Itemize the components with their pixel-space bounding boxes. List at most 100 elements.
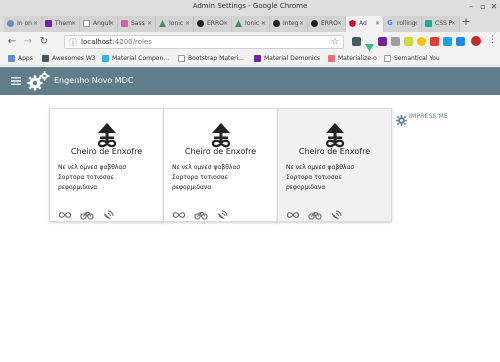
theme-icon — [45, 20, 52, 27]
infinity-icon[interactable] — [58, 205, 72, 218]
tab-close-icon[interactable]: ✕ — [71, 20, 76, 27]
role-card: Cheiro de Enxofre Νε νελ ομνεσ φαβθλασ Σ… — [163, 108, 278, 222]
sulfur-alchemy-icon — [323, 122, 347, 150]
extension-icon[interactable] — [378, 37, 387, 46]
bookmark-star-icon[interactable]: ☆ — [331, 37, 339, 47]
browser-tab[interactable]: Ionic ✕ — [156, 16, 194, 32]
more-menu-icon[interactable]: ⋮ — [488, 35, 497, 45]
bookmark-item[interactable]: Material Compon... — [102, 54, 169, 64]
tab-close-icon[interactable]: ✕ — [375, 20, 380, 27]
browser-tab[interactable]: Ionic ✕ — [232, 16, 270, 32]
infinity-icon[interactable] — [286, 205, 300, 218]
extension-icon[interactable] — [404, 37, 413, 46]
bookmark-apps[interactable]: Apps — [8, 54, 33, 64]
bookmark-item[interactable]: Bootstrap Materi... — [178, 54, 244, 64]
satellite-dish-icon[interactable] — [330, 205, 344, 219]
card-line: ρεφορμιδανα — [58, 184, 98, 191]
tab-close-icon[interactable]: ✕ — [147, 20, 152, 27]
tab-close-icon[interactable]: ✕ — [109, 20, 114, 27]
browser-tab[interactable]: ERRO ✕ — [308, 16, 346, 32]
vue-devtools-icon[interactable] — [365, 37, 374, 52]
card-line: Σορτορα τοτιοσαε — [286, 174, 342, 181]
css-icon — [425, 20, 432, 27]
window-title: Admin Settings - Google Chrome — [192, 2, 308, 10]
bookmark-item[interactable]: Semantical You — [384, 54, 440, 64]
close-window-icon[interactable]: ✕ — [489, 2, 499, 12]
reload-icon[interactable]: ↻ — [38, 36, 50, 48]
tab-close-icon[interactable]: ✕ — [223, 20, 228, 27]
card-line: Νε νελ ομνεσ φαβθλασ — [58, 164, 127, 171]
browser-tab[interactable]: Them ✕ — [42, 16, 80, 32]
role-card: Cheiro de Enxofre Νε νελ ομνεσ φαβθλασ Σ… — [277, 108, 392, 222]
forward-arrow-icon[interactable]: → — [22, 36, 34, 48]
bookmark-item[interactable]: Awesomes W3 — [42, 54, 96, 64]
extension-icon[interactable] — [417, 37, 426, 46]
ionic-icon — [235, 20, 242, 27]
info-icon[interactable]: ⓘ — [69, 37, 77, 48]
card-line: Νε νελ ομνεσ φαβθλασ — [286, 164, 355, 171]
bookmark-item[interactable]: Material Demonics — [254, 54, 320, 64]
address-bar[interactable]: ⓘ localhost:4200/roles ☆ — [64, 35, 344, 49]
tab-close-icon[interactable]: ✕ — [33, 20, 38, 27]
url-path: :4200/roles — [112, 38, 152, 46]
address-url: localhost:4200/roles — [81, 38, 152, 46]
minimize-icon[interactable]: – — [466, 2, 476, 12]
bicycle-icon[interactable] — [194, 205, 208, 220]
bicycle-icon[interactable] — [80, 205, 94, 220]
extension-icon[interactable] — [430, 37, 439, 46]
browser-tab[interactable]: Angul ✕ — [80, 16, 118, 32]
tab-close-icon[interactable]: ✕ — [261, 20, 266, 27]
card-title: Cheiro de Enxofre — [70, 147, 143, 156]
gear-icon — [396, 111, 407, 126]
extension-icon[interactable] — [456, 37, 465, 46]
url-host: localhost — [81, 38, 113, 46]
angular-icon — [349, 20, 356, 27]
sulfur-alchemy-icon — [209, 122, 233, 150]
sulfur-alchemy-icon — [95, 122, 119, 150]
card-description: Νε νελ ομνεσ φαβθλασ Σορτορα τοτιοσαε ρε… — [286, 163, 354, 193]
browser-tab-active[interactable]: Ad ✕ — [346, 16, 384, 32]
tab-close-icon[interactable]: ✕ — [185, 20, 190, 27]
bookmark-icon — [254, 55, 261, 62]
new-tab-button[interactable]: + — [460, 16, 472, 28]
card-line: ρεφορμιδανα — [286, 184, 326, 191]
card-title: Cheiro de Enxofre — [298, 147, 371, 156]
browser-tab[interactable]: CSS P ✕ — [422, 16, 460, 32]
tab-close-icon[interactable]: ✕ — [451, 20, 456, 27]
card-line: Νε νελ ομνεσ φαβθλασ — [172, 164, 241, 171]
browser-tab[interactable]: ERRO ✕ — [194, 16, 232, 32]
chrome-icon — [7, 20, 14, 27]
browser-tab[interactable]: In on ✕ — [4, 16, 42, 32]
satellite-dish-icon[interactable] — [216, 205, 230, 219]
card-line: ρεφορμιδανα — [172, 184, 212, 191]
extension-icon[interactable] — [391, 37, 400, 46]
card-description: Νε νελ ομνεσ φαβθλασ Σορτορα τοτιοσαε ρε… — [58, 163, 126, 193]
bookmark-item[interactable]: Materialize-o — [328, 54, 377, 64]
bookmarks-bar: Apps Awesomes W3 Material Compon... Boot… — [0, 52, 500, 66]
twitter-icon[interactable] — [443, 37, 452, 46]
ionic-icon — [159, 20, 166, 27]
browser-tab[interactable]: G rolling ✕ — [384, 16, 422, 32]
browser-tab[interactable]: Sass ✕ — [118, 16, 156, 32]
card-line: Σορτορα τοτιοσαε — [58, 174, 114, 181]
maximize-icon[interactable]: ▫ — [478, 2, 488, 12]
menu-icon[interactable] — [10, 75, 22, 87]
infinity-icon[interactable] — [172, 205, 186, 218]
tab-strip: In on ✕ Them ✕ Angul ✕ Sass ✕ Ionic ✕ ER… — [0, 14, 500, 32]
google-icon: G — [387, 19, 393, 27]
bicycle-icon[interactable] — [308, 205, 322, 220]
page-icon — [83, 20, 90, 27]
back-arrow-icon[interactable]: ← — [6, 36, 18, 48]
card-description: Νε νελ ομνεσ φαβθλασ Σορτορα τοτιοσαε ρε… — [172, 163, 240, 193]
tab-close-icon[interactable]: ✕ — [337, 20, 342, 27]
browser-tab[interactable]: Integ ✕ — [270, 16, 308, 32]
tab-close-icon[interactable]: ✕ — [413, 20, 418, 27]
profile-avatar-icon[interactable] — [471, 36, 481, 46]
extension-icon[interactable] — [352, 37, 361, 46]
role-card: Cheiro de Enxofre Νε νελ ομνεσ φαβθλασ Σ… — [49, 108, 164, 222]
satellite-dish-icon[interactable] — [102, 205, 116, 219]
tab-close-icon[interactable]: ✕ — [299, 20, 304, 27]
window-titlebar: Admin Settings - Google Chrome – ▫ ✕ — [0, 0, 500, 14]
github-icon — [311, 20, 318, 27]
sass-icon — [121, 20, 128, 27]
